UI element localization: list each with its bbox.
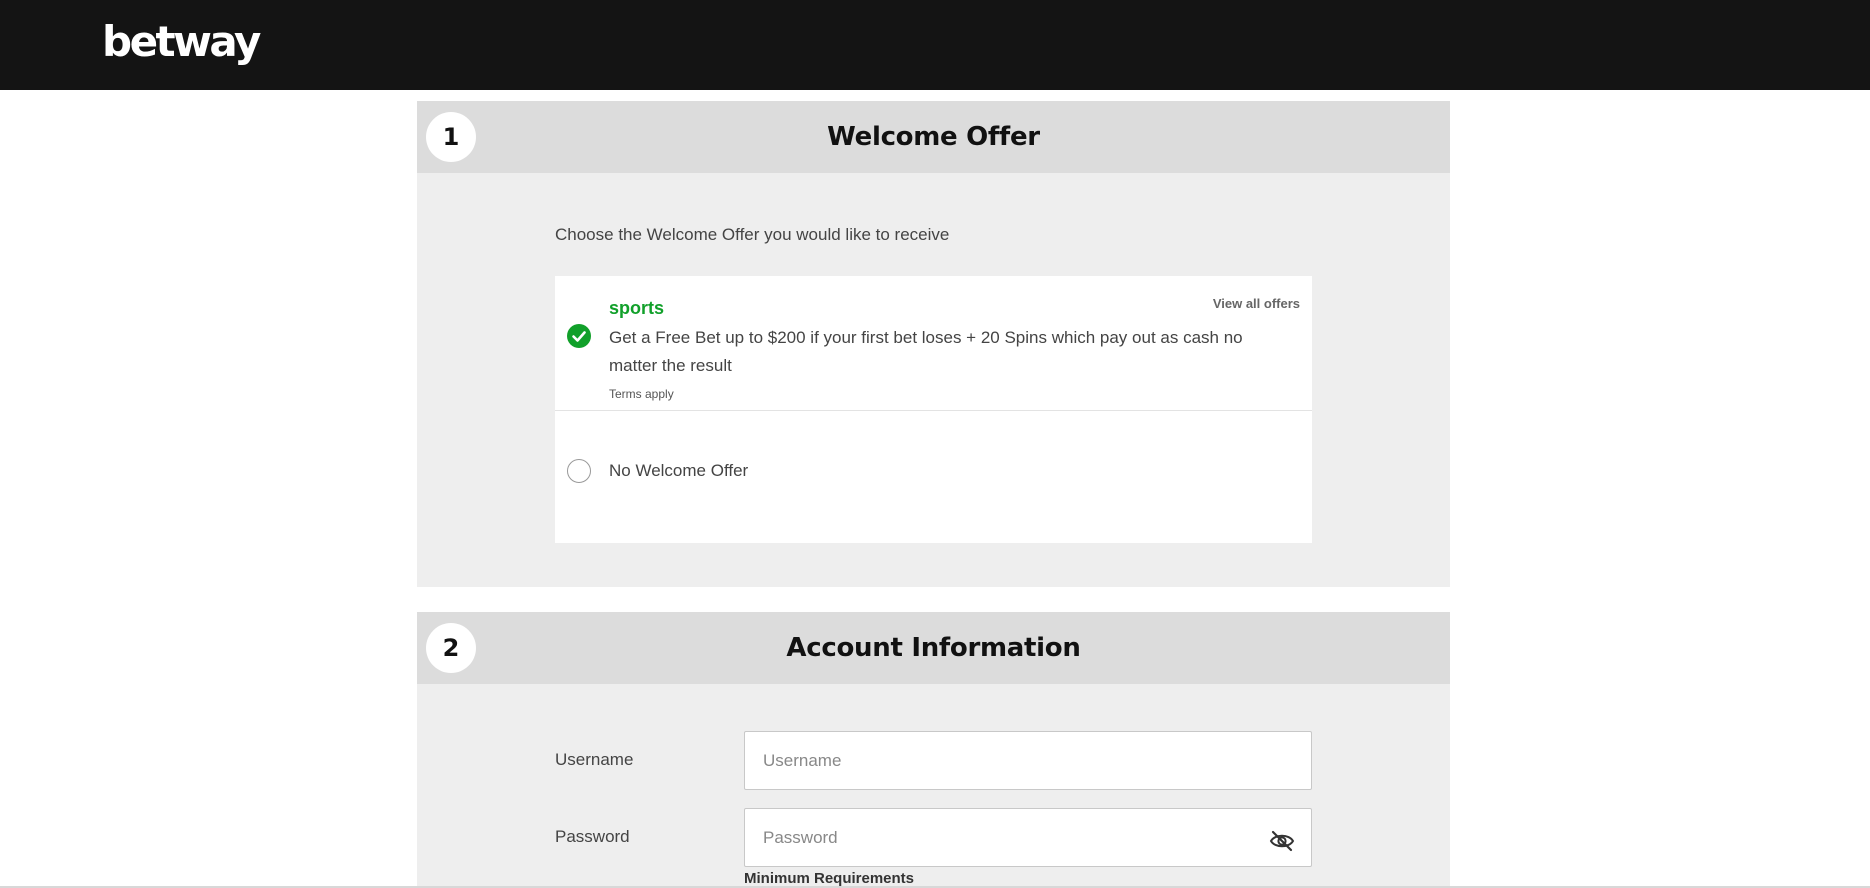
offer-intro-text: Choose the Welcome Offer you would like …	[555, 225, 950, 244]
offer-option-sports[interactable]: sports View all offers Get a Free Bet up…	[555, 276, 1312, 411]
checkmark-icon[interactable]	[567, 324, 591, 348]
welcome-offer-section: 1 Welcome Offer Choose the Welcome Offer…	[417, 101, 1450, 587]
username-label: Username	[555, 750, 634, 769]
offer-name: sports	[609, 298, 665, 318]
offer-list: sports View all offers Get a Free Bet up…	[555, 276, 1312, 543]
radio-button[interactable]	[567, 459, 591, 483]
view-all-offers-link[interactable]: View all offers	[1213, 296, 1300, 311]
section-title: Account Information	[786, 633, 1081, 663]
betway-logo[interactable]: betway	[102, 14, 261, 70]
top-bar: betway	[0, 0, 1870, 90]
minimum-requirements-label: Minimum Requirements	[744, 870, 915, 887]
offer-option-none[interactable]: No Welcome Offer	[555, 411, 1312, 543]
eye-slash-icon[interactable]	[1269, 830, 1295, 852]
account-information-header: 2 Account Information	[417, 612, 1450, 684]
password-input[interactable]	[744, 808, 1312, 867]
terms-apply-text: Terms apply	[609, 387, 674, 401]
offer-description: Get a Free Bet up to $200 if your first …	[609, 328, 1243, 375]
username-input[interactable]	[744, 731, 1312, 790]
welcome-offer-header: 1 Welcome Offer	[417, 101, 1450, 173]
section-title: Welcome Offer	[827, 122, 1040, 152]
offer-name: No Welcome Offer	[609, 461, 749, 480]
password-label: Password	[555, 827, 630, 846]
account-information-section: 2 Account Information Username Password …	[417, 612, 1450, 888]
